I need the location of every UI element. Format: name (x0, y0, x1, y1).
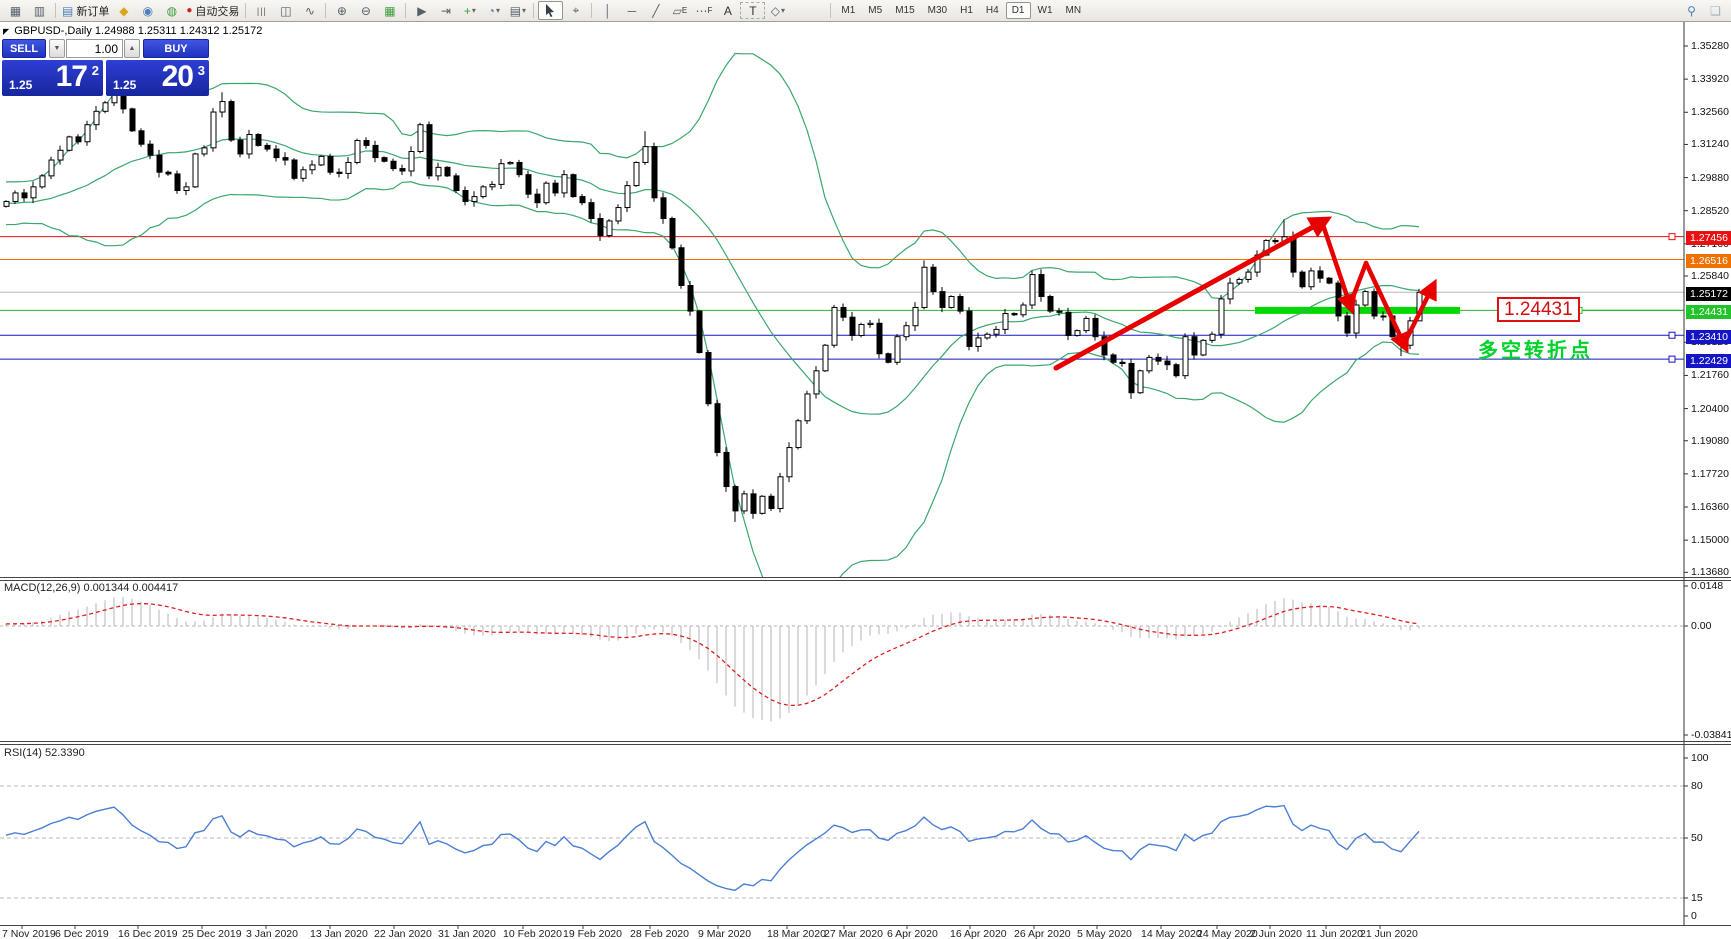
ask-pips: 20 (161, 60, 194, 93)
line-handle[interactable] (1668, 331, 1676, 339)
callout-handle[interactable] (1575, 306, 1583, 314)
buy-button[interactable]: BUY (143, 39, 209, 58)
rsi-pane[interactable] (0, 785, 1684, 899)
sell-button[interactable]: SELL (2, 39, 46, 58)
main-price-pane[interactable] (0, 52, 1684, 626)
line-handle[interactable] (1668, 233, 1676, 241)
bid-price-box[interactable]: 1.25 17 2 (2, 60, 103, 96)
bid-whole: 1.25 (9, 78, 33, 92)
ask-whole: 1.25 (113, 78, 137, 92)
bid-pips: 17 (55, 60, 88, 93)
bid-point: 2 (91, 63, 99, 78)
chart-canvas[interactable] (0, 0, 1731, 939)
volume-input[interactable] (66, 39, 123, 58)
ask-price-box[interactable]: 1.25 20 3 (106, 60, 209, 96)
volume-decrease-button[interactable]: ▼ (49, 39, 65, 58)
candles (3, 86, 1423, 522)
line-handle[interactable] (1668, 355, 1676, 363)
bollinger-middle (6, 138, 1420, 415)
trend-arrow-segment[interactable] (1053, 216, 1333, 371)
bollinger-lower (6, 181, 1420, 577)
mt4-terminal: ▦ ▥ ▤ 新订单 ◆ ◉ ◍ ● 自动交易 ||| ◫ ∿ ⊕ ⊖ ▦ ▶ ⇥… (0, 0, 1731, 939)
ask-point: 3 (197, 63, 205, 78)
macd-pane[interactable] (0, 596, 1684, 722)
bollinger-upper (6, 52, 1420, 300)
macd-signal-line (5, 602, 1420, 707)
rsi-line (5, 804, 1420, 892)
volume-increase-button[interactable]: ▲ (124, 39, 140, 58)
one-click-trading-panel: SELL ▼ ▲ BUY 1.25 17 2 1.25 20 3 (2, 39, 214, 96)
